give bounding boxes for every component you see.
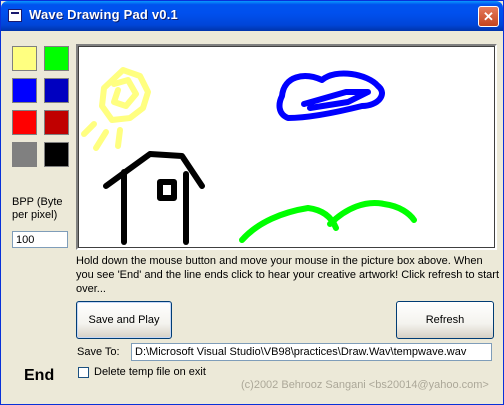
instructions-text: Hold down the mouse button and move your… bbox=[76, 255, 500, 295]
end-status-label: End bbox=[24, 367, 55, 384]
save-and-play-button[interactable]: Save and Play bbox=[76, 301, 172, 339]
bpp-input[interactable]: 100 bbox=[12, 231, 68, 248]
save-path-input[interactable]: D:\Microsoft Visual Studio\VB98\practice… bbox=[131, 343, 492, 361]
delete-temp-label[interactable]: Delete temp file on exit bbox=[94, 366, 206, 378]
app-window-icon bbox=[8, 9, 22, 22]
drawn-house bbox=[103, 151, 205, 245]
delete-temp-checkbox[interactable] bbox=[78, 367, 89, 378]
drawing-canvas[interactable] bbox=[76, 44, 497, 250]
refresh-button[interactable]: Refresh bbox=[396, 301, 494, 339]
drawn-cloud bbox=[276, 70, 385, 121]
save-to-label: Save To: bbox=[77, 346, 120, 358]
color-swatch-blue[interactable] bbox=[12, 78, 37, 103]
window-title: Wave Drawing Pad v0.1 bbox=[29, 7, 178, 22]
canvas-drawing bbox=[81, 67, 417, 245]
color-swatch-red[interactable] bbox=[12, 110, 37, 135]
color-swatch-navy-blue[interactable] bbox=[44, 78, 69, 103]
color-swatch-dark-red[interactable] bbox=[44, 110, 69, 135]
copyright-text: (c)2002 Behrooz Sangani <bs20014@yahoo.c… bbox=[241, 379, 489, 391]
drawn-sun bbox=[81, 67, 151, 151]
close-button[interactable]: ✕ bbox=[478, 6, 499, 27]
drawn-hills bbox=[239, 200, 417, 243]
color-swatch-green[interactable] bbox=[44, 46, 69, 71]
app-window: Wave Drawing Pad v0.1 ✕ BPP (Byte per pi… bbox=[0, 0, 504, 405]
color-swatch-gray[interactable] bbox=[12, 142, 37, 167]
color-swatch-light-yellow[interactable] bbox=[12, 46, 37, 71]
title-bar[interactable]: Wave Drawing Pad v0.1 ✕ bbox=[1, 1, 503, 31]
bpp-label: BPP (Byte per pixel) bbox=[12, 196, 63, 221]
color-swatch-black[interactable] bbox=[44, 142, 69, 167]
